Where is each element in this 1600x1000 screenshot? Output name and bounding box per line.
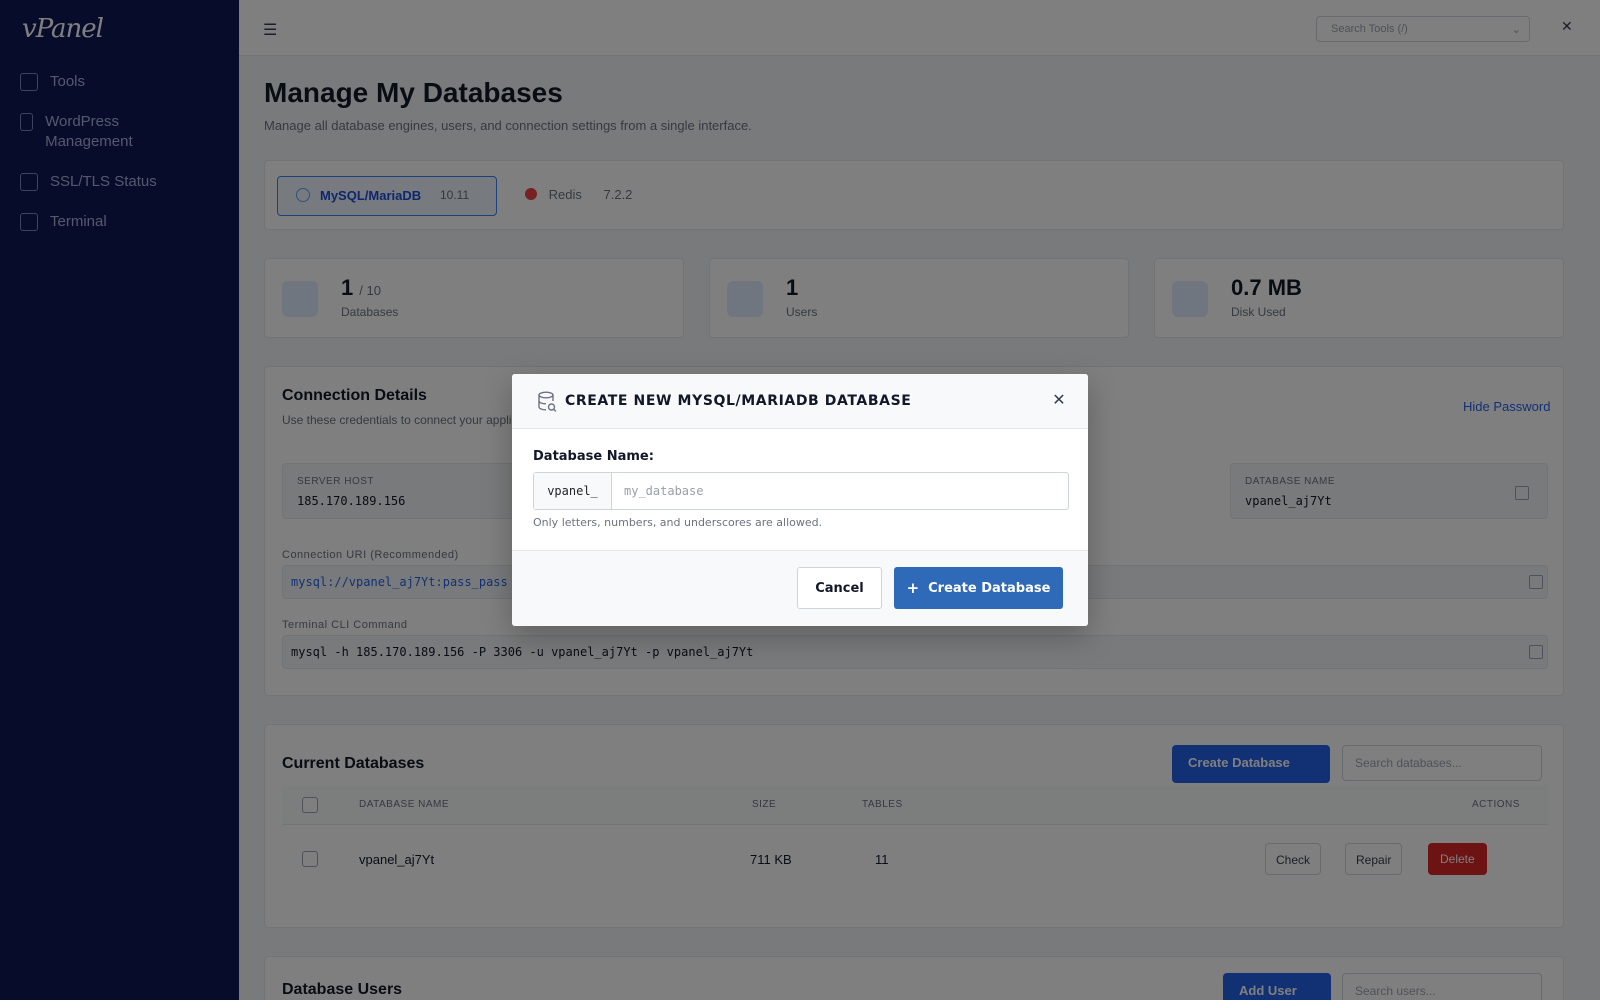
modal-header: CREATE NEW MYSQL/MARIADB DATABASE ✕ <box>512 374 1088 429</box>
close-icon[interactable]: ✕ <box>1047 389 1071 413</box>
create-database-button[interactable]: + Create Database <box>894 567 1063 609</box>
cancel-button[interactable]: Cancel <box>797 567 882 609</box>
database-name-label: Database Name: <box>533 449 654 464</box>
create-database-label: Create Database <box>928 580 1051 596</box>
plus-icon: + <box>906 579 920 597</box>
database-name-input[interactable] <box>612 473 1068 509</box>
database-prefix: vpanel_ <box>534 473 612 509</box>
database-name-help: Only letters, numbers, and underscores a… <box>533 516 823 529</box>
database-icon <box>538 391 557 412</box>
modal-footer: Cancel + Create Database <box>512 550 1088 626</box>
database-name-input-group: vpanel_ <box>533 472 1069 510</box>
modal-title: CREATE NEW MYSQL/MARIADB DATABASE <box>565 393 912 409</box>
create-database-modal: CREATE NEW MYSQL/MARIADB DATABASE ✕ Data… <box>512 374 1088 626</box>
